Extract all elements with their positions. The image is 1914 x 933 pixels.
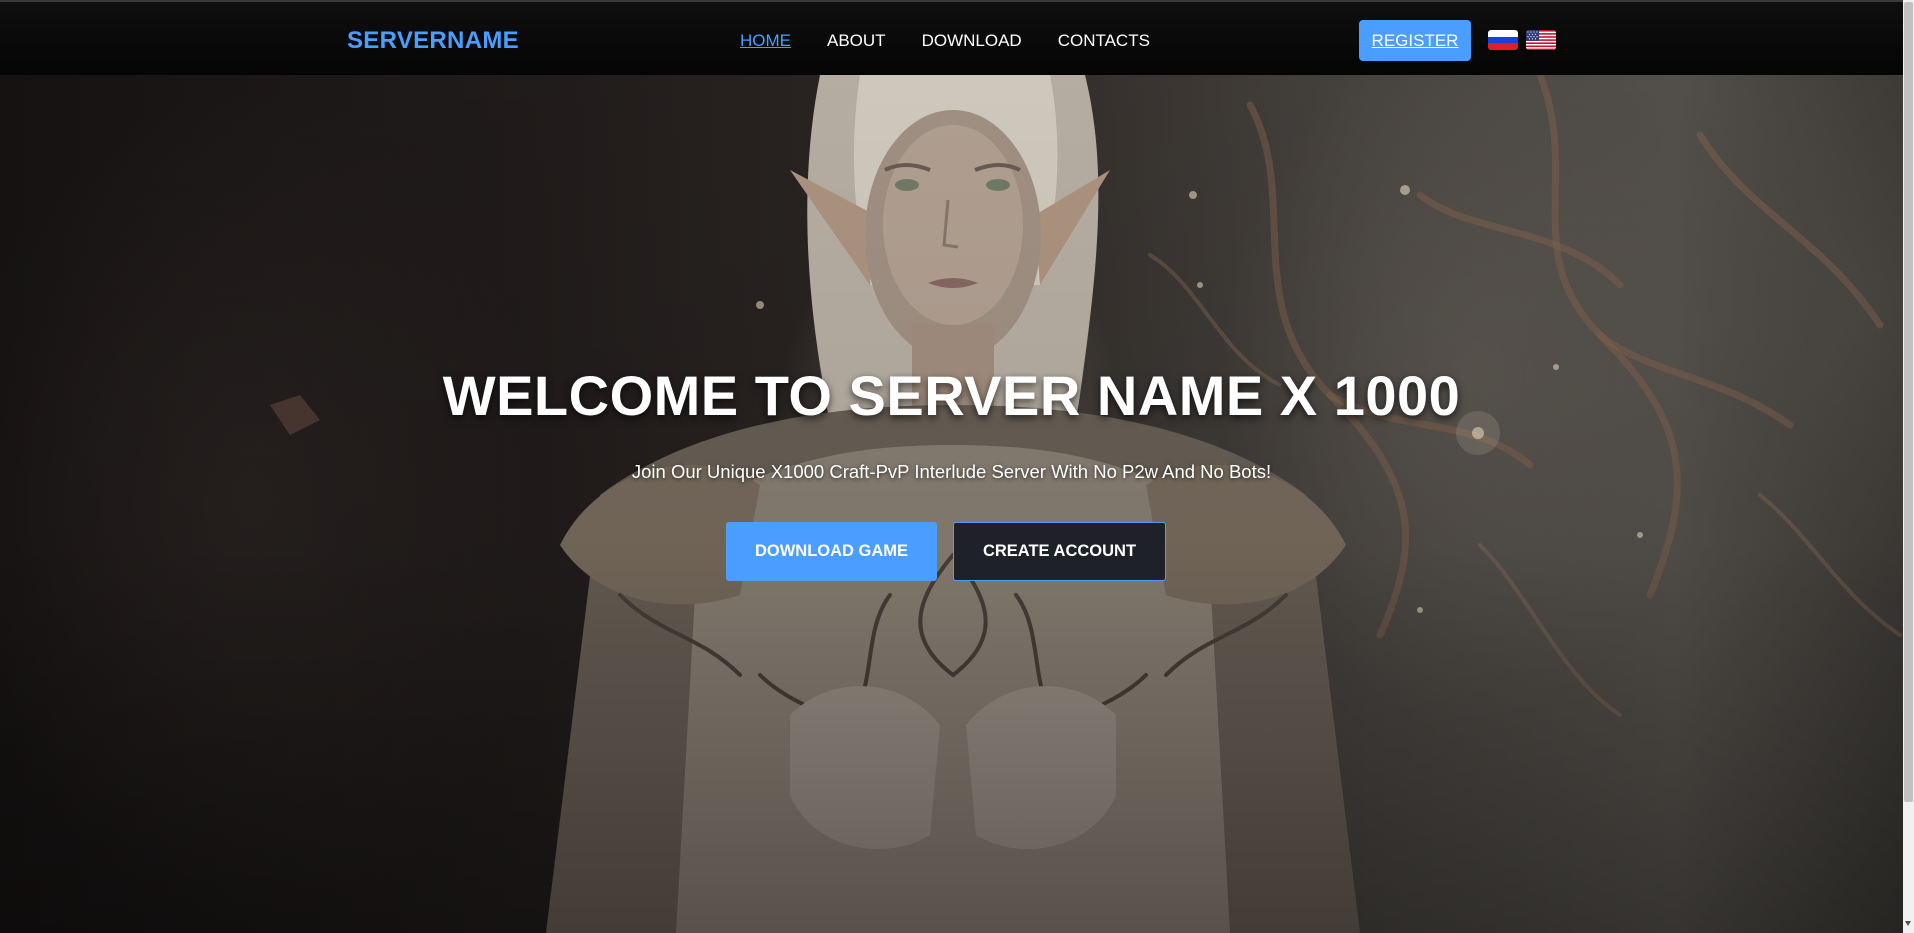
- scroll-down-arrow-icon[interactable]: [1905, 921, 1911, 926]
- page-scrollbar[interactable]: [1903, 0, 1914, 933]
- nav-link-about[interactable]: ABOUT: [827, 31, 886, 51]
- hero-title: WELCOME TO SERVER NAME X 1000: [442, 364, 1461, 427]
- russia-flag-icon[interactable]: [1488, 30, 1518, 50]
- top-navbar: SERVERNAME HOME ABOUT DOWNLOAD CONTACTS …: [0, 0, 1903, 75]
- register-button[interactable]: REGISTER: [1359, 20, 1471, 61]
- nav-link-home[interactable]: HOME: [740, 31, 791, 51]
- create-account-button[interactable]: CREATE ACCOUNT: [953, 522, 1166, 581]
- hero-overlay: [0, 75, 1903, 933]
- site-logo[interactable]: SERVERNAME: [347, 27, 519, 55]
- hero-section: WELCOME TO SERVER NAME X 1000 Join Our U…: [0, 75, 1903, 933]
- download-game-button[interactable]: DOWNLOAD GAME: [726, 522, 937, 581]
- nav-link-contacts[interactable]: CONTACTS: [1058, 31, 1150, 51]
- nav-link-download[interactable]: DOWNLOAD: [922, 31, 1022, 51]
- browser-viewport: SERVERNAME HOME ABOUT DOWNLOAD CONTACTS …: [0, 0, 1903, 933]
- hero-subtitle: Join Our Unique X1000 Craft-PvP Interlud…: [631, 461, 1272, 482]
- scrollbar-thumb[interactable]: [1904, 2, 1913, 802]
- usa-flag-icon[interactable]: [1526, 30, 1556, 50]
- nav-menu: HOME ABOUT DOWNLOAD CONTACTS: [740, 31, 1186, 51]
